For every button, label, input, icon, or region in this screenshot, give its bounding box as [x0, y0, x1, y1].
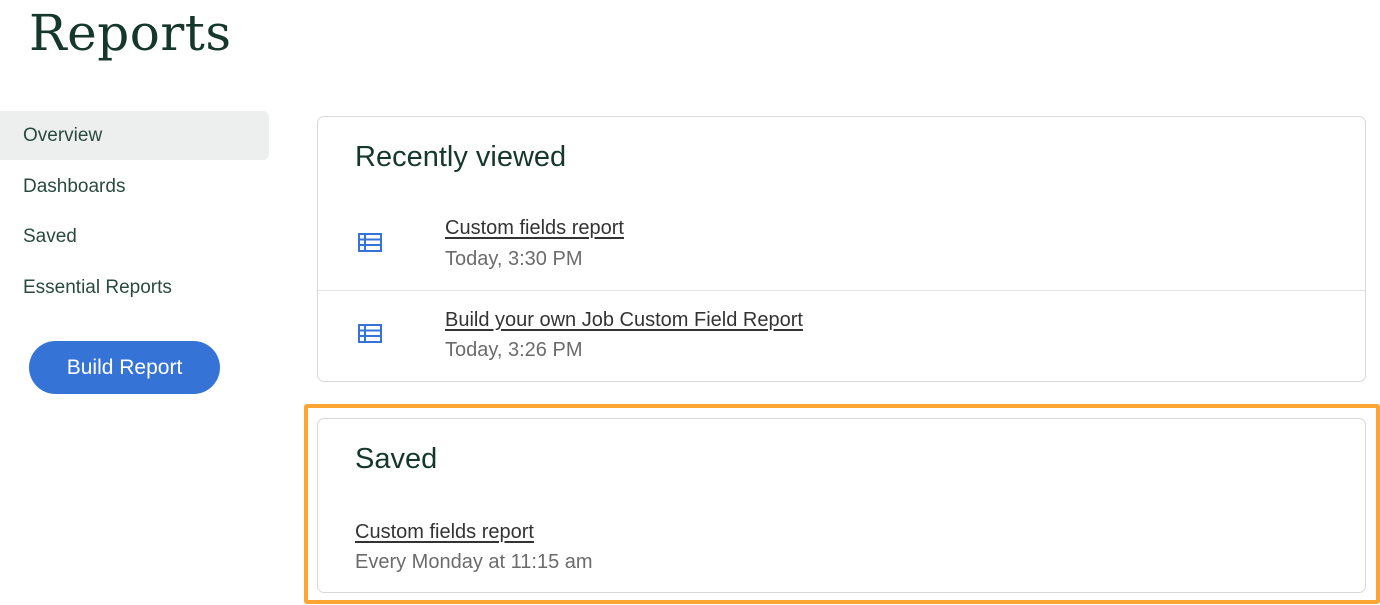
list-item: Custom fields report Today, 3:30 PM	[318, 199, 1365, 290]
saved-card: Saved Custom fields report Every Monday …	[317, 418, 1366, 593]
table-icon	[358, 233, 382, 252]
recently-viewed-title: Recently viewed	[355, 141, 567, 173]
viewed-timestamp: Today, 3:30 PM	[445, 248, 583, 270]
report-link[interactable]: Build your own Job Custom Field Report	[445, 309, 803, 332]
saved-report-link[interactable]: Custom fields report	[355, 521, 534, 544]
sidebar-item-overview[interactable]: Overview	[0, 111, 269, 160]
build-report-button[interactable]: Build Report	[29, 341, 220, 394]
recently-viewed-card: Recently viewed Custom fields report Tod…	[317, 116, 1366, 382]
sidebar-nav: Overview Dashboards Saved Essential Repo…	[0, 111, 269, 313]
list-item: Build your own Job Custom Field Report T…	[318, 290, 1365, 382]
sidebar-item-dashboards[interactable]: Dashboards	[0, 162, 269, 211]
sidebar-item-saved[interactable]: Saved	[0, 212, 269, 261]
table-icon	[358, 324, 382, 343]
page-title: Reports	[29, 4, 232, 62]
sidebar-item-essential-reports[interactable]: Essential Reports	[0, 263, 269, 312]
saved-report-schedule: Every Monday at 11:15 am	[355, 551, 593, 573]
viewed-timestamp: Today, 3:26 PM	[445, 339, 583, 361]
report-link[interactable]: Custom fields report	[445, 217, 624, 240]
saved-title: Saved	[355, 443, 438, 475]
